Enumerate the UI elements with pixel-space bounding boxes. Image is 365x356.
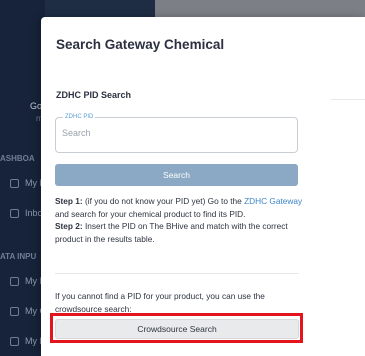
zdhc-pid-search-input[interactable] [62,128,287,138]
document-icon [10,306,19,316]
step1-text: (if you do not know your PID yet) Go to … [82,196,245,206]
sidebar-section-data-input: ATA INPU [0,252,37,261]
zdhc-pid-field[interactable]: ZDHC PID [55,114,298,153]
inbox-icon [10,208,19,218]
crowdsource-text: If you cannot find a PID for your produc… [55,291,265,314]
zdhc-gateway-link[interactable]: ZDHC Gateway [244,196,302,206]
sidebar-item-label: Inbo [25,208,43,218]
sidebar-item-my-i[interactable]: My I [10,276,42,286]
step1-text-2: and search for your chemical product to … [55,208,246,219]
instructions: Step 1: (if you do not know your PID yet… [55,195,303,245]
search-button[interactable]: Search [55,164,298,186]
field-label: ZDHC PID [63,114,96,120]
sidebar-section-dashboard: ASHBOA [0,154,35,163]
step1-label: Step 1: [55,196,83,206]
document-icon [10,336,19,346]
sidebar-item-inbox[interactable]: Inbo [10,208,43,218]
search-gateway-modal: Search Gateway Chemical ZDHC PID Search … [41,17,365,356]
grid-icon [10,178,19,188]
sidebar: Gol m ASHBOA My D Inbo ATA INPU My I My … [0,0,46,356]
modal-title: Search Gateway Chemical [56,37,225,52]
sidebar-item-my-f[interactable]: My F [10,336,45,346]
divider [55,273,299,274]
document-icon [10,276,19,286]
step2-label: Step 2: [55,221,83,231]
crowdsource-search-button[interactable]: Crowdsource Search [55,319,299,339]
sidebar-item-label: My I [25,276,42,286]
divider [331,99,365,100]
step2-text: Insert the PID on The BHive and match wi… [55,221,288,244]
section-title: ZDHC PID Search [56,90,132,100]
